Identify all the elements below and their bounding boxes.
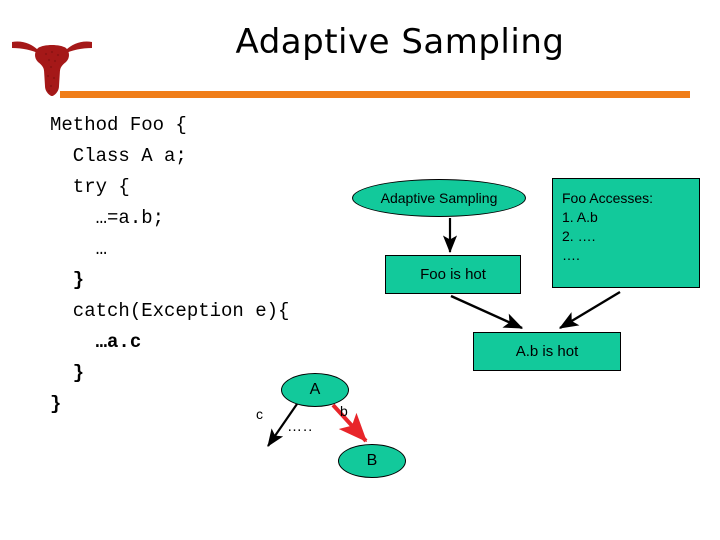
foo-accesses-item-1: 1. A.b [562, 209, 598, 225]
foo-accesses-item-2: 2. …. [562, 228, 596, 244]
call-graph-node-a[interactable]: A [281, 373, 349, 407]
node-adaptive-sampling[interactable]: Adaptive Sampling [352, 179, 526, 217]
code-line: … [50, 238, 108, 260]
code-line: Class A a; [50, 145, 187, 167]
longhorn-logo [4, 26, 100, 98]
code-line: } [50, 269, 85, 291]
foo-accesses-heading: Foo Accesses: [562, 190, 654, 206]
code-line: …=a.b; [50, 207, 165, 229]
page-title: Adaptive Sampling [235, 22, 565, 62]
longhorn-logo-svg [12, 41, 92, 96]
node-foo-is-hot[interactable]: Foo is hot [385, 255, 521, 294]
code-line: Method Foo { [50, 114, 187, 136]
node-ab-is-hot-label: A.b is hot [515, 343, 579, 360]
call-graph-node-b-label: B [366, 452, 378, 469]
foo-accesses-item-3: …. [562, 247, 580, 263]
edge-label-dots: ….. [287, 418, 314, 435]
code-listing: Method Foo { Class A a; try { …=a.b; … }… [50, 110, 380, 420]
code-line: …a.c [50, 331, 142, 353]
code-line: catch(Exception e){ [50, 300, 290, 322]
call-graph-node-b[interactable]: B [338, 444, 406, 478]
edge-label-b: b [340, 403, 348, 419]
call-graph-node-a-label: A [309, 381, 321, 398]
title-divider [60, 91, 690, 98]
slide: Adaptive Sampling Method Foo { Class A a… [0, 0, 720, 540]
arrow-fooaccesses-to-abhot [558, 290, 621, 330]
code-line: try { [50, 176, 130, 198]
node-adaptive-sampling-label: Adaptive Sampling [380, 190, 498, 206]
edge-label-c: c [256, 406, 263, 422]
node-foo-is-hot-label: Foo is hot [420, 266, 486, 283]
node-ab-is-hot[interactable]: A.b is hot [473, 332, 621, 371]
node-foo-accesses[interactable]: Foo Accesses: 1. A.b 2. …. …. [552, 178, 700, 288]
arrow-foohot-to-abhot [450, 294, 524, 330]
